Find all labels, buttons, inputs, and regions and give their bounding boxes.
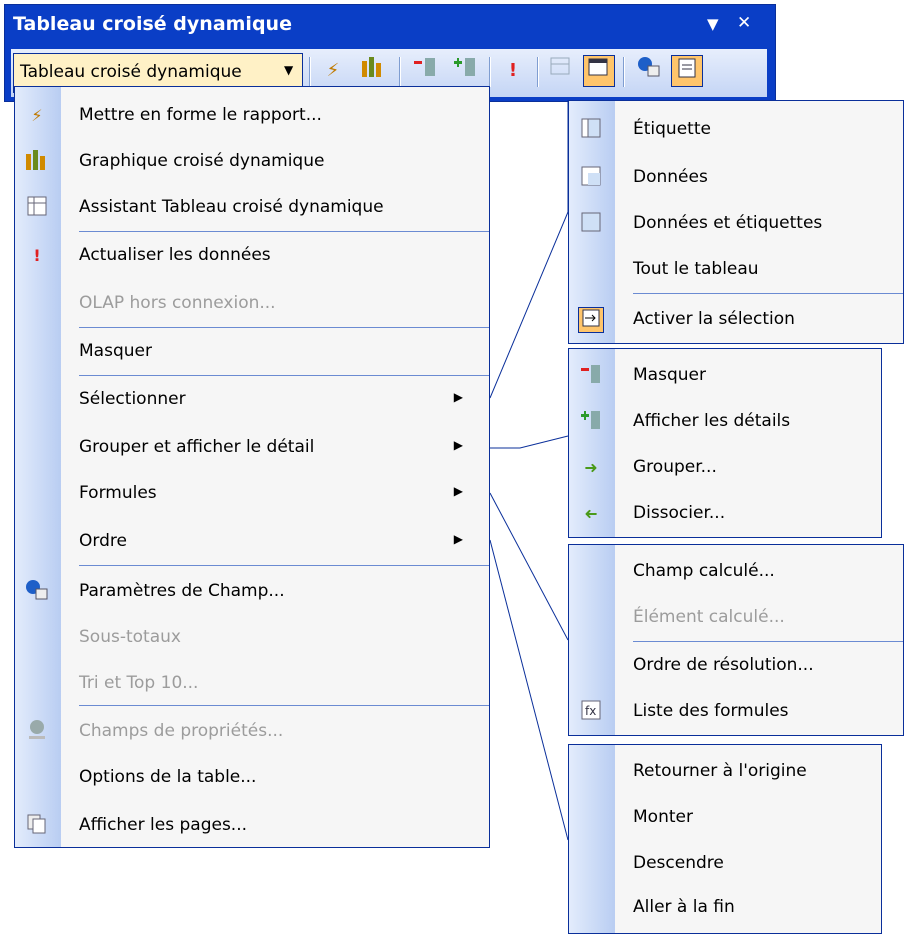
submenu-item-hide[interactable]: Masquer — [569, 353, 881, 399]
menu-item-label: OLAP hors connexion... — [79, 293, 276, 313]
menu-item-label: Paramètres de Champ... — [79, 581, 285, 601]
label-select-icon — [578, 117, 604, 143]
submenu-select: Étiquette Données Données et étiquettes … — [568, 100, 904, 344]
menu-separator — [79, 375, 489, 376]
menu-item-table-options[interactable]: Options de la table... — [15, 755, 489, 801]
refresh-icon: ! — [33, 246, 41, 265]
menu-item-sort-top10: Tri et Top 10... — [15, 661, 489, 707]
menu-item-label: Champs de propriétés... — [79, 721, 284, 741]
pivot-chart-icon — [24, 149, 50, 175]
menu-item-property-fields: Champs de propriétés... — [15, 709, 489, 755]
menu-item-pivot-wizard[interactable]: Assistant Tableau croisé dynamique — [15, 185, 489, 231]
menu-item-label: Afficher les pages... — [79, 815, 248, 835]
menu-item-refresh[interactable]: ! Actualiser les données — [15, 233, 489, 279]
menu-item-label: Assistant Tableau croisé dynamique — [79, 197, 384, 217]
menu-item-label: Aller à la fin — [633, 897, 735, 917]
submenu-item-ungroup[interactable]: ➜ Dissocier... — [569, 491, 881, 537]
menu-item-hide[interactable]: Masquer — [15, 329, 489, 375]
show-pages-icon — [24, 813, 50, 839]
menu-separator — [79, 327, 489, 328]
menu-item-label: Activer la sélection — [633, 309, 795, 329]
menu-item-group-detail[interactable]: Grouper et afficher le détail ▶ — [15, 425, 489, 471]
menu-item-label: Tout le tableau — [633, 259, 759, 279]
hide-detail-icon — [578, 363, 604, 389]
field-settings-icon — [24, 579, 50, 605]
menu-item-label: Monter — [633, 807, 693, 827]
submenu-item-formula-list[interactable]: fx Liste des formules — [569, 689, 903, 735]
submenu-item-move-down[interactable]: Descendre — [569, 841, 881, 887]
menu-item-label: Formules — [79, 483, 157, 503]
submenu-item-label-select[interactable]: Étiquette — [569, 107, 903, 153]
menu-item-label: Liste des formules — [633, 701, 789, 721]
menu-item-label: Données et étiquettes — [633, 213, 823, 233]
menu-item-label: Ordre — [79, 531, 127, 551]
submenu-item-data-label-select[interactable]: Données et étiquettes — [569, 201, 903, 247]
menu-item-label: Graphique croisé dynamique — [79, 151, 325, 171]
submenu-item-move-up[interactable]: Monter — [569, 795, 881, 841]
menu-item-label: Masquer — [633, 365, 706, 385]
menu-item-label: Descendre — [633, 853, 724, 873]
menu-item-label: Mettre en forme le rapport... — [79, 105, 322, 125]
menu-item-label: Retourner à l'origine — [633, 761, 807, 781]
show-detail-icon — [578, 409, 604, 435]
formula-list-icon: fx — [578, 699, 604, 725]
menu-item-label: Sous-totaux — [79, 627, 181, 647]
group-icon: ➜ — [584, 458, 598, 477]
menu-separator — [79, 705, 489, 706]
menu-separator — [633, 641, 903, 642]
pivot-dropdown-menu: ⚡ Mettre en forme le rapport... Graphiqu… — [14, 86, 490, 848]
submenu-item-show-detail[interactable]: Afficher les détails — [569, 399, 881, 445]
menu-item-label: Grouper... — [633, 457, 717, 477]
menu-item-subtotals: Sous-totaux — [15, 615, 489, 661]
svg-text:fx: fx — [585, 704, 596, 718]
menu-item-label: Masquer — [79, 341, 152, 361]
submenu-order: Retourner à l'origine Monter Descendre A… — [568, 744, 882, 934]
submenu-item-whole-table[interactable]: Tout le tableau — [569, 247, 903, 293]
menu-item-show-pages[interactable]: Afficher les pages... — [15, 803, 489, 849]
menu-item-pivot-chart[interactable]: Graphique croisé dynamique — [15, 139, 489, 185]
menu-item-label: Tri et Top 10... — [79, 673, 199, 693]
data-select-icon — [578, 165, 604, 191]
submenu-item-enable-selection[interactable]: Activer la sélection — [569, 297, 903, 343]
submenu-item-group[interactable]: ➜ Grouper... — [569, 445, 881, 491]
menu-item-olap-offline: OLAP hors connexion... — [15, 281, 489, 327]
pivot-wizard-icon — [24, 195, 50, 221]
menu-separator — [79, 231, 489, 232]
submenu-item-solve-order[interactable]: Ordre de résolution... — [569, 643, 903, 689]
submenu-formulas: Champ calculé... Élément calculé... Ordr… — [568, 544, 904, 736]
menu-item-label: Élément calculé... — [633, 607, 785, 627]
submenu-group-detail: Masquer Afficher les détails ➜ Grouper..… — [568, 348, 882, 538]
ungroup-icon: ➜ — [584, 504, 598, 523]
menu-item-label: Actualiser les données — [79, 245, 271, 265]
menu-separator — [79, 565, 489, 566]
submenu-item-calculated-field[interactable]: Champ calculé... — [569, 549, 903, 595]
menu-item-label: Dissocier... — [633, 503, 726, 523]
menu-item-label: Champ calculé... — [633, 561, 775, 581]
submenu-item-calculated-item: Élément calculé... — [569, 595, 903, 641]
menu-item-label: Afficher les détails — [633, 411, 791, 431]
property-fields-icon — [24, 719, 50, 745]
data-label-select-icon — [578, 211, 604, 237]
menu-item-label: Données — [633, 167, 708, 187]
menu-separator — [633, 293, 903, 294]
submenu-item-data-select[interactable]: Données — [569, 155, 903, 201]
format-report-icon: ⚡ — [31, 106, 43, 125]
enable-selection-icon — [578, 307, 604, 333]
menu-item-label: Grouper et afficher le détail — [79, 437, 315, 457]
menu-item-order[interactable]: Ordre ▶ — [15, 519, 489, 565]
menu-item-formulas[interactable]: Formules ▶ — [15, 471, 489, 517]
menu-item-label: Sélectionner — [79, 389, 186, 409]
menu-item-field-settings[interactable]: Paramètres de Champ... — [15, 569, 489, 615]
submenu-arrow-icon: ▶ — [453, 390, 463, 404]
menu-item-select[interactable]: Sélectionner ▶ — [15, 377, 489, 423]
menu-item-format-report[interactable]: ⚡ Mettre en forme le rapport... — [15, 93, 489, 139]
submenu-item-move-to-beginning[interactable]: Retourner à l'origine — [569, 749, 881, 795]
menu-item-label: Ordre de résolution... — [633, 655, 814, 675]
submenu-item-move-to-end[interactable]: Aller à la fin — [569, 885, 881, 931]
submenu-arrow-icon: ▶ — [453, 438, 463, 452]
menu-item-label: Étiquette — [633, 119, 711, 139]
menu-item-label: Options de la table... — [79, 767, 257, 787]
submenu-arrow-icon: ▶ — [453, 484, 463, 498]
submenu-arrow-icon: ▶ — [453, 532, 463, 546]
